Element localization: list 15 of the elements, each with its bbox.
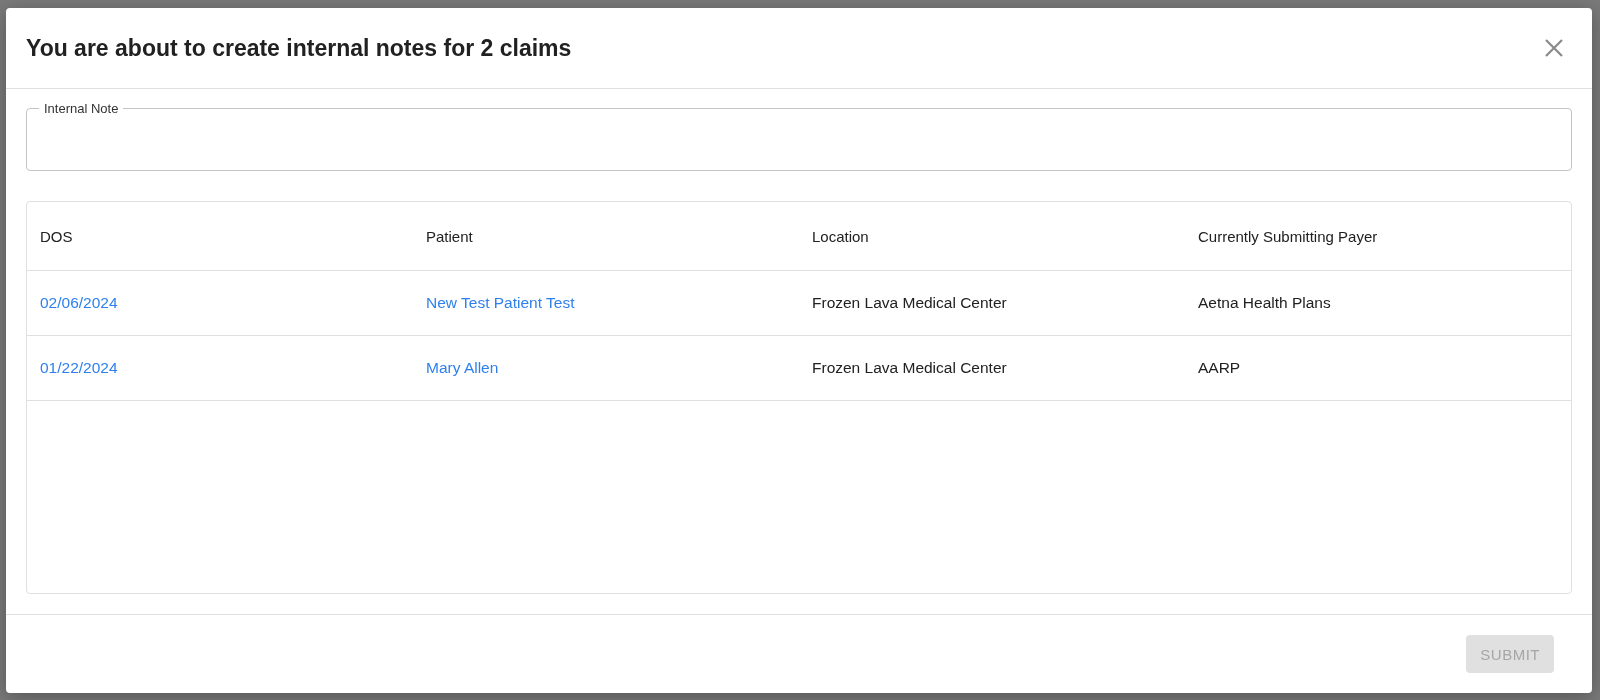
table-cell: Aetna Health Plans (1185, 270, 1571, 336)
dialog-title: You are about to create internal notes for 2 claims (26, 34, 572, 62)
patient-link[interactable]: Mary Allen (426, 359, 499, 376)
internal-note-field[interactable]: Internal Note (26, 101, 1572, 171)
patient-link[interactable]: New Test Patient Test (426, 294, 575, 311)
table-cell: AARP (1185, 335, 1571, 401)
column-header: Location (799, 202, 1185, 271)
column-header: DOS (27, 202, 413, 271)
column-header: Currently Submitting Payer (1185, 202, 1571, 271)
table-cell: Frozen Lava Medical Center (799, 335, 1185, 401)
date-link[interactable]: 01/22/2024 (40, 359, 118, 376)
column-header: Patient (413, 202, 799, 271)
table-cell: Frozen Lava Medical Center (799, 270, 1185, 336)
date-link[interactable]: 02/06/2024 (40, 294, 118, 311)
field-label: Internal Note (43, 101, 120, 116)
